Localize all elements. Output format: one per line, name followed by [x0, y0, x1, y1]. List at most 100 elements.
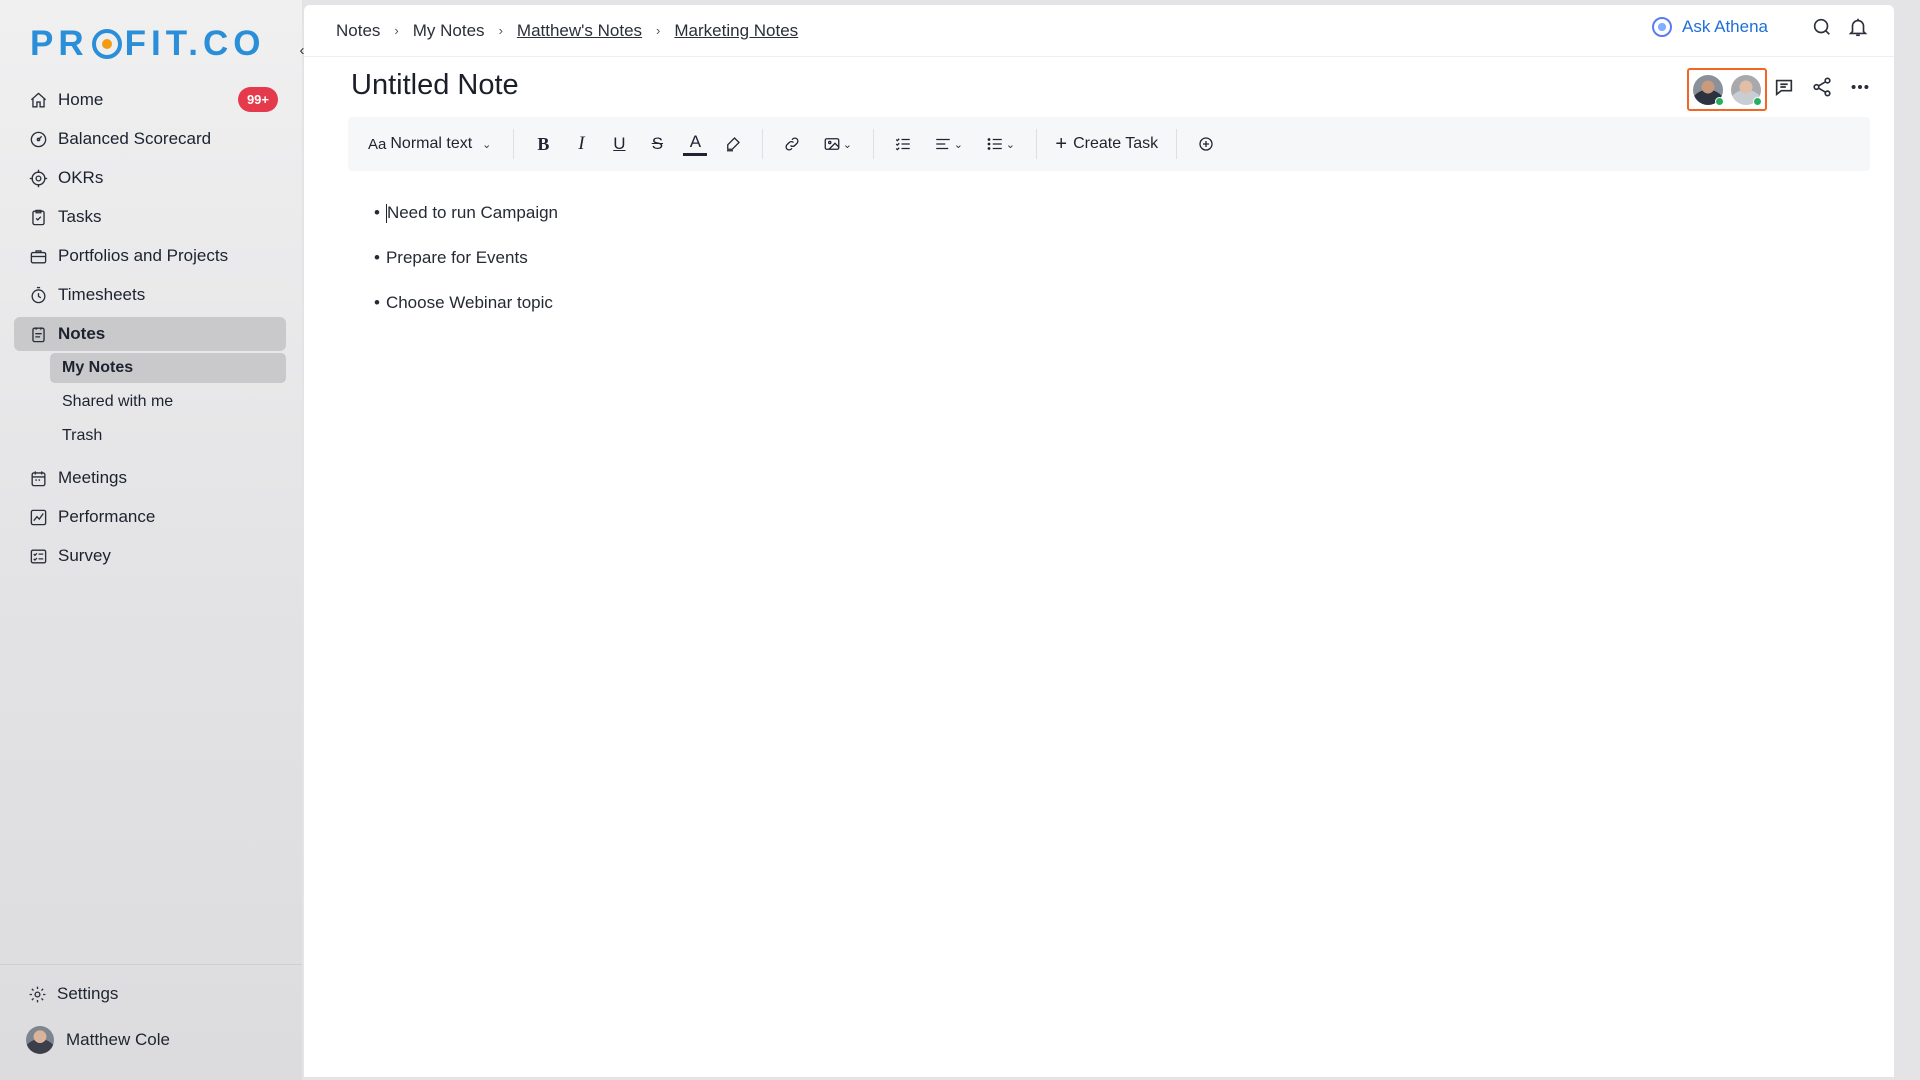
- breadcrumb-notes[interactable]: Notes: [336, 21, 380, 41]
- sidebar-item-okrs[interactable]: OKRs: [14, 161, 286, 195]
- sidebar-item-balanced-scorecard[interactable]: Balanced Scorecard: [14, 122, 286, 156]
- bold-button[interactable]: B: [528, 129, 558, 159]
- gear-icon: [29, 986, 46, 1002]
- sidebar-item-home[interactable]: Home 99+: [14, 83, 286, 117]
- toolbar-divider: [513, 129, 515, 159]
- bullet-list-button[interactable]: ⌄: [978, 129, 1022, 159]
- breadcrumb-marketing-notes[interactable]: Marketing Notes: [674, 21, 798, 41]
- breadcrumb-matthews-notes[interactable]: Matthew's Notes: [517, 21, 642, 41]
- breadcrumb-separator-icon: ›: [656, 23, 661, 38]
- italic-button[interactable]: I: [566, 129, 596, 159]
- briefcase-icon: [28, 246, 48, 266]
- list-item[interactable]: • Need to run Campaign: [374, 201, 558, 225]
- comment-icon[interactable]: [1772, 75, 1796, 99]
- align-left-icon: [936, 138, 950, 150]
- sidebar-subitem-shared-with-me[interactable]: Shared with me: [50, 387, 286, 417]
- toolbar-divider: [762, 129, 764, 159]
- survey-icon: [28, 546, 48, 566]
- sidebar-item-label: OKRs: [58, 168, 104, 187]
- user-name: Matthew Cole: [66, 1030, 170, 1049]
- insert-more-button[interactable]: [1191, 129, 1221, 159]
- breadcrumb: Notes › My Notes › Matthew's Notes › Mar…: [336, 21, 798, 41]
- sidebar-item-portfolios-and-projects[interactable]: Portfolios and Projects: [14, 239, 286, 273]
- toolbar-divider: [1176, 129, 1178, 159]
- calendar-icon: [28, 468, 48, 488]
- logo-text-left: PR: [30, 24, 89, 63]
- sidebar-item-tasks[interactable]: Tasks: [14, 200, 286, 234]
- avatar: [26, 1026, 54, 1054]
- collaborator-avatar[interactable]: [1731, 74, 1762, 106]
- breadcrumb-separator-icon: ›: [394, 23, 399, 38]
- share-icon[interactable]: [1810, 75, 1834, 99]
- text-style-icon: Aa: [368, 135, 387, 153]
- sidebar-subitem-my-notes[interactable]: My Notes: [50, 353, 286, 383]
- image-icon: [824, 138, 840, 150]
- note-editor[interactable]: • Need to run Campaign • Prepare for Eve…: [374, 201, 558, 336]
- align-button[interactable]: ⌄: [926, 129, 970, 159]
- list-item[interactable]: • Prepare for Events: [374, 246, 558, 270]
- collapse-sidebar-button[interactable]: ‹: [292, 38, 312, 62]
- sidebar-item-notes[interactable]: Notes: [14, 317, 286, 351]
- target-icon: [28, 168, 48, 188]
- highlighter-icon: [727, 137, 741, 152]
- sidebar-item-label: Balanced Scorecard: [58, 129, 212, 148]
- checklist-button[interactable]: [888, 129, 918, 159]
- chevron-down-icon: ⌄: [953, 138, 963, 151]
- note-actions: [1772, 75, 1872, 99]
- sidebar-item-label: Timesheets: [58, 285, 146, 304]
- sidebar-item-performance[interactable]: Performance: [14, 500, 286, 534]
- sidebar-item-timesheets[interactable]: Timesheets: [14, 278, 286, 312]
- sidebar-nav: Home 99+ Balanced Scorecard OKRs Tasks P…: [14, 83, 286, 578]
- highlight-button[interactable]: [718, 129, 748, 159]
- sidebar-item-survey[interactable]: Survey: [14, 539, 286, 573]
- search-icon[interactable]: [1810, 15, 1834, 39]
- list-item[interactable]: • Choose Webinar topic: [374, 291, 558, 315]
- note-title[interactable]: Untitled Note: [351, 69, 519, 102]
- strikethrough-button[interactable]: S: [642, 129, 672, 159]
- text-color-swatch: [683, 153, 708, 156]
- plus-icon: +: [1055, 133, 1068, 155]
- add-circle-icon: [1199, 137, 1213, 151]
- notification-badge: 99+: [237, 87, 278, 112]
- sidebar: PR FIT.CO Home 99+ Balanced Scorecard OK…: [0, 0, 302, 1080]
- notes-icon: [28, 324, 48, 344]
- link-button[interactable]: [777, 129, 807, 159]
- underline-button[interactable]: U: [604, 129, 634, 159]
- topbar-actions: Ask Athena: [1651, 15, 1870, 39]
- collaborator-avatar[interactable]: [1693, 74, 1724, 106]
- profit-logo[interactable]: PR FIT.CO: [30, 24, 265, 64]
- user-profile[interactable]: Matthew Cole: [26, 1026, 170, 1054]
- note-header: Untitled Note: [304, 57, 1894, 115]
- sidebar-item-label: Survey: [58, 546, 111, 565]
- sidebar-item-label: Home: [58, 90, 104, 109]
- text-style-dropdown[interactable]: Aa Normal text ⌄: [368, 135, 491, 153]
- toolbar-divider: [873, 129, 875, 159]
- list-item-text: Prepare for Events: [385, 248, 528, 267]
- home-icon: [28, 90, 48, 110]
- topbar: Notes › My Notes › Matthew's Notes › Mar…: [304, 5, 1894, 57]
- collaborators-group[interactable]: [1687, 68, 1767, 111]
- main-panel: Notes › My Notes › Matthew's Notes › Mar…: [304, 5, 1894, 1077]
- breadcrumb-my-notes[interactable]: My Notes: [413, 21, 485, 41]
- strikethrough-icon: S: [651, 134, 664, 153]
- link-icon: [785, 137, 799, 151]
- list-item-text: Need to run Campaign: [386, 203, 558, 222]
- list-item-text: Choose Webinar topic: [385, 293, 553, 312]
- more-options-icon[interactable]: [1848, 75, 1872, 99]
- online-status-icon: [1715, 96, 1724, 106]
- text-color-button[interactable]: A: [680, 129, 710, 159]
- create-task-button[interactable]: + Create Task: [1055, 134, 1158, 154]
- ask-athena-button[interactable]: Ask Athena: [1651, 17, 1768, 37]
- sidebar-item-label: Meetings: [58, 468, 127, 487]
- sidebar-subitem-trash[interactable]: Trash: [50, 421, 286, 451]
- bullet-point-icon: •: [374, 203, 380, 222]
- sidebar-item-settings[interactable]: Settings: [28, 984, 118, 1004]
- chevron-down-icon: ⌄: [482, 138, 492, 151]
- bell-icon[interactable]: [1846, 15, 1870, 39]
- athena-icon: [1651, 17, 1672, 37]
- italic-icon: I: [578, 133, 585, 154]
- breadcrumb-separator-icon: ›: [498, 23, 503, 38]
- sidebar-item-meetings[interactable]: Meetings: [14, 461, 286, 495]
- image-button[interactable]: ⌄: [815, 129, 859, 159]
- sidebar-item-label: Tasks: [58, 207, 102, 226]
